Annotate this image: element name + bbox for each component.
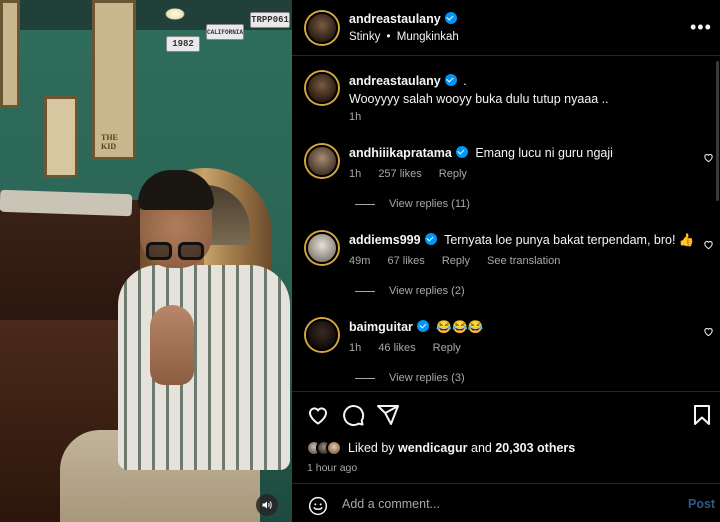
view-replies-button[interactable]: View replies (11) bbox=[355, 198, 470, 210]
likes-summary[interactable]: Liked by wendicagur and 20,303 others bbox=[306, 439, 575, 457]
license-plate: CALIFORNIA bbox=[206, 24, 244, 40]
liked-by-text: Liked by wendicagur and 20,303 others bbox=[348, 441, 576, 455]
author-avatar[interactable] bbox=[306, 12, 338, 44]
wall-poster-frame: THE KID bbox=[92, 0, 136, 160]
view-replies-button[interactable]: View replies (3) bbox=[355, 372, 465, 384]
caption-username[interactable]: andreastaulany . bbox=[349, 74, 467, 88]
comment-avatar[interactable] bbox=[306, 145, 338, 177]
caption-text: Wooyyyy salah wooyy buka dulu tutup nyaa… bbox=[349, 92, 609, 106]
wall-frame-left bbox=[0, 0, 20, 108]
caption-suffix: . bbox=[463, 74, 467, 88]
room-ceiling bbox=[0, 0, 292, 30]
music-artist[interactable]: Mungkinkah bbox=[397, 31, 459, 43]
piano-cloth bbox=[0, 189, 133, 217]
reply-button[interactable]: Reply bbox=[442, 255, 470, 267]
more-options-icon[interactable]: ••• bbox=[690, 18, 712, 36]
comment-composer: Post bbox=[292, 483, 720, 522]
comment-body: baimguitar 😂😂😂 bbox=[349, 320, 483, 335]
comment-input[interactable] bbox=[342, 493, 672, 515]
verified-icon bbox=[424, 233, 437, 245]
music-info[interactable]: Stinky • Mungkinkah bbox=[349, 31, 459, 43]
comment-time[interactable]: 1h bbox=[349, 168, 361, 180]
sound-toggle-button[interactable] bbox=[256, 494, 278, 516]
comment-body: andhiiikapratama Emang lucu ni guru ngaj… bbox=[349, 146, 613, 160]
music-title[interactable]: Stinky bbox=[349, 31, 380, 43]
comment-heart-icon[interactable] bbox=[703, 239, 714, 250]
comment-text: Ternyata loe punya bakat terpendam, bro!… bbox=[444, 233, 695, 247]
ceiling-light bbox=[165, 8, 185, 20]
comment-meta: 49m 67 likes Reply See translation bbox=[349, 255, 574, 267]
post-comment-button[interactable]: Post bbox=[688, 497, 715, 511]
comment-time[interactable]: 1h bbox=[349, 342, 361, 354]
post-details-panel: andreastaulany Stinky • Mungkinkah ••• a… bbox=[292, 0, 720, 522]
poster-caption: THE KID bbox=[101, 133, 118, 151]
person-praying-hands bbox=[150, 305, 194, 385]
liker-avatar bbox=[326, 440, 342, 456]
person-striped-shirt bbox=[118, 265, 290, 470]
license-plate: 1982 bbox=[166, 36, 200, 52]
author-username[interactable]: andreastaulany bbox=[349, 12, 457, 26]
comment-username[interactable]: andhiiikapratama bbox=[349, 146, 452, 160]
comment-icon[interactable] bbox=[341, 403, 365, 427]
comment-meta: 1h 46 likes Reply bbox=[349, 342, 475, 354]
comment-avatar[interactable] bbox=[306, 319, 338, 351]
speaker-icon bbox=[262, 501, 272, 509]
view-replies-button[interactable]: View replies (2) bbox=[355, 285, 465, 297]
comment-meta: 1h 257 likes Reply bbox=[349, 168, 481, 180]
reply-button[interactable]: Reply bbox=[439, 168, 467, 180]
comment-avatar[interactable] bbox=[306, 232, 338, 264]
comment-likes[interactable]: 257 likes bbox=[378, 168, 421, 180]
liked-by-user[interactable]: wendicagur bbox=[398, 441, 467, 455]
verified-icon bbox=[444, 12, 457, 24]
heart-icon[interactable] bbox=[306, 403, 330, 427]
emoji-icon[interactable] bbox=[308, 496, 328, 516]
reply-button[interactable]: Reply bbox=[433, 342, 461, 354]
person-glasses bbox=[142, 242, 208, 262]
music-separator: • bbox=[386, 31, 391, 43]
comment-username[interactable]: addiems999 bbox=[349, 233, 421, 247]
comment-likes[interactable]: 46 likes bbox=[378, 342, 415, 354]
caption-avatar[interactable] bbox=[306, 72, 338, 104]
verified-icon bbox=[444, 74, 457, 86]
bookmark-icon[interactable] bbox=[690, 403, 714, 427]
wall-frame-small bbox=[44, 96, 78, 178]
post-media-video[interactable]: TRPP061 CALIFORNIA 1982 THE KID bbox=[0, 0, 292, 522]
comment-body: addiems999 Ternyata loe punya bakat terp… bbox=[349, 233, 695, 248]
license-plate: TRPP061 bbox=[250, 12, 290, 28]
verified-icon bbox=[455, 146, 468, 158]
post-actions: Liked by wendicagur and 20,303 others 1 … bbox=[292, 391, 720, 483]
comments-list[interactable]: andreastaulany . Wooyyyy salah wooyy buk… bbox=[292, 57, 720, 390]
caption-time[interactable]: 1h bbox=[349, 111, 361, 123]
share-icon[interactable] bbox=[376, 403, 400, 427]
post-timestamp[interactable]: 1 hour ago bbox=[307, 462, 357, 474]
comment-likes[interactable]: 67 likes bbox=[387, 255, 424, 267]
see-translation-button[interactable]: See translation bbox=[487, 255, 560, 267]
comments-scrollbar[interactable] bbox=[716, 61, 719, 201]
comment-text: Emang lucu ni guru ngaji bbox=[475, 146, 613, 160]
verified-icon bbox=[416, 320, 429, 332]
comment-text: 😂😂😂 bbox=[436, 320, 484, 334]
comment-username[interactable]: baimguitar bbox=[349, 320, 413, 334]
comment-heart-icon[interactable] bbox=[703, 152, 714, 163]
comment-heart-icon[interactable] bbox=[703, 326, 714, 337]
post-header: andreastaulany Stinky • Mungkinkah ••• bbox=[292, 0, 720, 56]
liked-by-others[interactable]: 20,303 others bbox=[495, 441, 575, 455]
comment-time[interactable]: 49m bbox=[349, 255, 370, 267]
